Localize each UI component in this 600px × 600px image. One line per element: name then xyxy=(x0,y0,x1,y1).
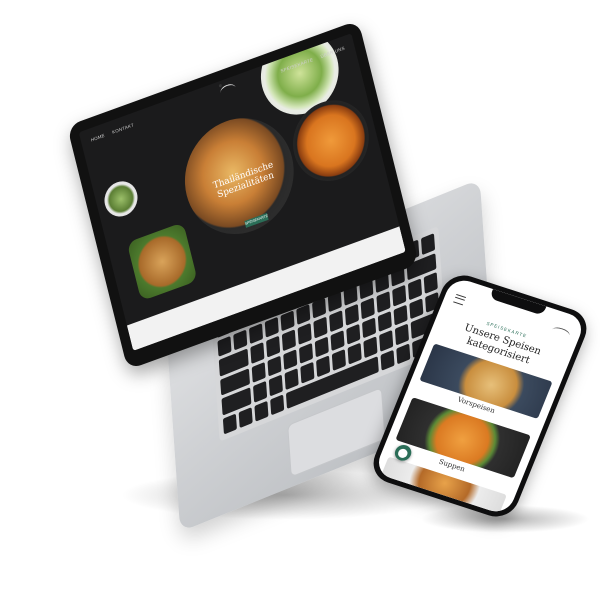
key[interactable] xyxy=(316,355,331,377)
key[interactable] xyxy=(281,329,296,351)
nav-link-speisekarte[interactable]: SPEISEKARTE xyxy=(280,56,314,73)
key[interactable] xyxy=(298,342,314,364)
key[interactable] xyxy=(363,336,378,358)
key[interactable] xyxy=(300,361,315,384)
key[interactable] xyxy=(268,374,283,396)
key[interactable] xyxy=(250,342,265,364)
key[interactable] xyxy=(346,323,361,345)
key[interactable] xyxy=(254,400,269,422)
key[interactable] xyxy=(407,278,423,300)
key[interactable] xyxy=(396,342,411,365)
mockup-stage: HOME KONTAKT SPEISEKARTE ÜBER UNS Thailä… xyxy=(0,0,600,600)
key[interactable] xyxy=(222,412,237,435)
nav-left: HOME KONTAKT xyxy=(90,122,134,143)
nav-link-home[interactable]: HOME xyxy=(90,132,105,142)
key[interactable] xyxy=(266,335,281,358)
key[interactable] xyxy=(330,329,345,352)
fried-food-image xyxy=(126,222,198,302)
key[interactable] xyxy=(392,284,407,307)
key[interactable] xyxy=(248,322,264,345)
key[interactable] xyxy=(379,329,394,352)
key[interactable] xyxy=(361,316,377,339)
key[interactable] xyxy=(267,355,282,377)
key[interactable] xyxy=(409,297,424,320)
key[interactable] xyxy=(217,335,232,357)
key[interactable] xyxy=(313,316,328,339)
key[interactable] xyxy=(284,368,299,390)
phone-logo-icon[interactable] xyxy=(550,325,572,340)
key[interactable] xyxy=(394,323,409,346)
key[interactable] xyxy=(238,406,253,429)
key[interactable] xyxy=(264,316,279,338)
key[interactable] xyxy=(251,361,266,383)
key[interactable] xyxy=(270,393,285,416)
key[interactable] xyxy=(329,310,344,332)
nav-link-kontakt[interactable]: KONTAKT xyxy=(112,122,135,135)
key[interactable] xyxy=(380,349,395,371)
key[interactable] xyxy=(393,304,408,326)
key[interactable] xyxy=(420,233,436,255)
key[interactable] xyxy=(233,328,248,351)
side-dish-image xyxy=(100,176,142,222)
key[interactable] xyxy=(376,291,391,313)
key[interactable] xyxy=(314,335,329,358)
hamburger-menu-icon[interactable] xyxy=(453,293,467,305)
key[interactable] xyxy=(377,310,392,332)
key[interactable] xyxy=(347,342,362,365)
key[interactable] xyxy=(423,271,438,294)
key[interactable] xyxy=(344,303,359,326)
key[interactable] xyxy=(283,348,298,371)
key[interactable] xyxy=(253,380,268,403)
key[interactable] xyxy=(297,322,312,345)
nav-link-ueber-uns[interactable]: ÜBER UNS xyxy=(320,45,345,59)
key[interactable] xyxy=(331,348,346,371)
key[interactable] xyxy=(360,297,375,319)
